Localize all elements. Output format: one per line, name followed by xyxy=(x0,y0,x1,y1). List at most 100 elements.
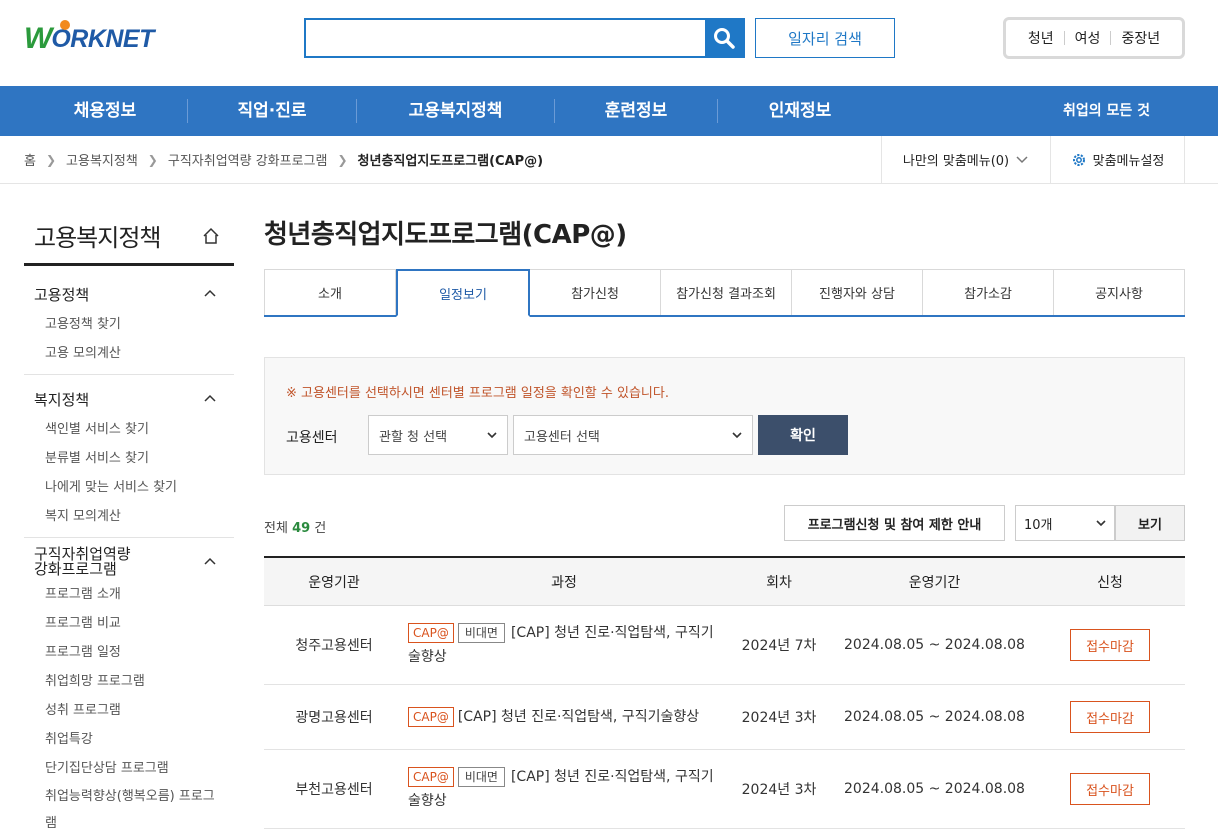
row-org: 광명고용센터 xyxy=(295,710,373,726)
cap-badge: CAP@ xyxy=(408,707,454,727)
tab-review[interactable]: 참가소감 xyxy=(923,269,1054,315)
nav-talent[interactable]: 인재정보 xyxy=(718,86,882,136)
chevron-down-icon xyxy=(1016,155,1028,163)
sidebar-item[interactable]: 취업특강 xyxy=(24,725,234,754)
breadcrumb-welfare-policy[interactable]: 고용복지정책 xyxy=(66,150,138,169)
sidebar-group-header[interactable]: 고용정책 xyxy=(24,278,234,310)
chevron-right-icon: ❯ xyxy=(45,152,57,167)
row-course[interactable]: CAP@ 비대면 [CAP] 청년 진로·직업탐색, 구직기술향상 xyxy=(404,765,724,813)
breadcrumb-bar: 홈 ❯ 고용복지정책 ❯ 구직자취업역량 강화프로그램 ❯ 청년층직업지도프로그… xyxy=(0,136,1218,184)
sidebar-item[interactable]: 성취 프로그램 xyxy=(24,696,234,725)
sidebar-item[interactable]: 취업능력향상(행복오름) 프로그 램 xyxy=(24,783,234,836)
col-org: 운영기관 xyxy=(308,574,360,591)
center-select[interactable]: 고용센터 선택 xyxy=(513,415,753,455)
apply-closed-button[interactable]: 접수마감 xyxy=(1070,701,1150,733)
tab-apply-result[interactable]: 참가신청 결과조회 xyxy=(661,269,792,315)
table-row: 광명고용센터 CAP@ [CAP] 청년 진로·직업탐색, 구직기술향상 2024… xyxy=(264,685,1185,750)
view-button[interactable]: 보기 xyxy=(1115,505,1185,541)
row-course-title: [CAP] 청년 진로·직업탐색, 구직기술향상 xyxy=(457,709,700,725)
apply-closed-button[interactable]: 접수마감 xyxy=(1070,629,1150,661)
sidebar-item[interactable]: 나에게 맞는 서비스 찾기 xyxy=(24,473,234,502)
search-icon xyxy=(714,28,735,49)
table-row: 청주고용센터 CAP@ 비대면 [CAP] 청년 진로·직업탐색, 구직기술향상 2… xyxy=(264,606,1185,685)
chevron-down-icon xyxy=(1096,520,1106,527)
sidebar-item[interactable]: 단기집단상담 프로그램 xyxy=(24,754,234,783)
tab-notice[interactable]: 공지사항 xyxy=(1054,269,1185,315)
nav-welfare-policy[interactable]: 고용복지정책 xyxy=(357,86,554,136)
row-course[interactable]: CAP@ 비대면 [CAP] 청년 진로·직업탐색, 구직기술향상 xyxy=(404,621,724,669)
page-size-value: 10개 xyxy=(1024,517,1053,533)
sidebar: 고용복지정책 고용정책 고용정책 찾기 고용 모의계산 복지정책 색인별 서비스… xyxy=(24,208,234,836)
search-button[interactable] xyxy=(705,20,743,56)
chevron-down-icon xyxy=(487,432,497,439)
filter-note: ※ 고용센터를 선택하시면 센터별 프로그램 일정을 확인할 수 있습니다. xyxy=(286,386,669,401)
row-round: 2024년 3차 xyxy=(741,782,817,798)
table-row: 부천고용센터 CAP@ 비대면 [CAP] 청년 진로·직업탐색, 구직기술향상 2… xyxy=(264,750,1185,829)
main-nav: 채용정보 직업·진로 고용복지정책 훈련정보 인재정보 취업의 모든 것 xyxy=(0,86,1218,136)
chevron-up-icon xyxy=(204,289,216,297)
my-menu-button[interactable]: 나만의 맞춤메뉴(0) xyxy=(881,136,1050,183)
sidebar-group-employment: 고용정책 고용정책 찾기 고용 모의계산 xyxy=(24,266,234,375)
tab-consult[interactable]: 진행자와 상담 xyxy=(792,269,923,315)
online-badge: 비대면 xyxy=(457,623,505,643)
menu-setting-button[interactable]: 맞춤메뉴설정 xyxy=(1050,136,1185,183)
audience-middle-aged[interactable]: 중장년 xyxy=(1111,28,1170,48)
sidebar-item[interactable]: 복지 모의계산 xyxy=(24,502,234,531)
chevron-up-icon xyxy=(204,557,216,565)
sidebar-item[interactable]: 색인별 서비스 찾기 xyxy=(24,415,234,444)
sidebar-group-title: 구직자취업역량 강화프로그램 xyxy=(34,545,131,578)
chevron-right-icon: ❯ xyxy=(147,152,158,167)
row-period: 2024.08.05 ~ 2024.08.08 xyxy=(844,637,1025,653)
header: W ORKNET 일자리 검색 청년 여성 중장년 xyxy=(0,0,1218,86)
tab-intro[interactable]: 소개 xyxy=(264,269,396,315)
apply-closed-button[interactable]: 접수마감 xyxy=(1070,773,1150,805)
nav-all-menu[interactable]: 취업의 모든 것 xyxy=(1063,86,1150,136)
sidebar-item[interactable]: 프로그램 비교 xyxy=(24,609,234,638)
restriction-info-button[interactable]: 프로그램신청 및 참여 제한 안내 xyxy=(784,505,1005,541)
row-period: 2024.08.05 ~ 2024.08.08 xyxy=(844,781,1025,797)
sidebar-item[interactable]: 고용정책 찾기 xyxy=(24,310,234,339)
nav-career[interactable]: 직업·진로 xyxy=(188,86,356,136)
nav-training[interactable]: 훈련정보 xyxy=(555,86,717,136)
audience-youth[interactable]: 청년 xyxy=(1018,28,1064,48)
schedule-table: 운영기관 과정 회차 운영기간 신청 청주고용센터 CAP@ 비대면 [CAP] 청… xyxy=(264,556,1185,829)
audience-women[interactable]: 여성 xyxy=(1065,28,1111,48)
confirm-button[interactable]: 확인 xyxy=(758,415,848,455)
chevron-down-icon xyxy=(732,432,742,439)
search-box xyxy=(304,18,745,58)
page-title: 청년층직업지도프로그램(CAP@) xyxy=(264,220,627,250)
row-course[interactable]: CAP@ [CAP] 청년 진로·직업탐색, 구직기술향상 xyxy=(404,705,724,729)
search-input[interactable] xyxy=(306,20,705,56)
col-apply: 신청 xyxy=(1097,574,1123,591)
row-apply: 접수마감 xyxy=(1035,701,1185,733)
job-search-button[interactable]: 일자리 검색 xyxy=(755,18,895,58)
region-select-value: 관할 청 선택 xyxy=(379,429,448,445)
sidebar-item[interactable]: 취업희망 프로그램 xyxy=(24,667,234,696)
cap-badge: CAP@ xyxy=(408,623,454,643)
sidebar-item[interactable]: 프로그램 일정 xyxy=(24,638,234,667)
region-select[interactable]: 관할 청 선택 xyxy=(368,415,508,455)
sidebar-group-header[interactable]: 구직자취업역량 강화프로그램 xyxy=(24,544,234,580)
page-size-select[interactable]: 10개 xyxy=(1015,505,1115,541)
worknet-logo[interactable]: W ORKNET xyxy=(24,20,154,58)
row-apply: 접수마감 xyxy=(1035,773,1185,805)
breadcrumb-home[interactable]: 홈 xyxy=(24,150,36,169)
row-round: 2024년 7차 xyxy=(741,638,817,654)
sidebar-item[interactable]: 프로그램 소개 xyxy=(24,580,234,609)
sidebar-group-header[interactable]: 복지정책 xyxy=(24,383,234,415)
tab-schedule[interactable]: 일정보기 xyxy=(396,269,530,317)
main-content: 청년층직업지도프로그램(CAP@) 소개 일정보기 참가신청 참가신청 결과조회… xyxy=(264,208,1185,829)
center-label: 고용센터 xyxy=(286,430,338,446)
row-course-title: [CAP] 청년 진로·직업탐색, 구직기술향상 xyxy=(408,769,714,809)
col-round: 회차 xyxy=(766,574,792,591)
sidebar-title: 고용복지정책 xyxy=(34,224,161,252)
tab-apply[interactable]: 참가신청 xyxy=(530,269,661,315)
sidebar-item[interactable]: 고용 모의계산 xyxy=(24,339,234,368)
breadcrumb-program[interactable]: 구직자취업역량 강화프로그램 xyxy=(168,150,328,169)
total-count: 전체 49 건 xyxy=(264,521,327,536)
gear-icon xyxy=(1072,153,1085,166)
menu-setting-label: 맞춤메뉴설정 xyxy=(1092,154,1165,169)
home-icon[interactable] xyxy=(202,227,220,245)
sidebar-item[interactable]: 분류별 서비스 찾기 xyxy=(24,444,234,473)
nav-recruit[interactable]: 채용정보 xyxy=(24,86,186,136)
